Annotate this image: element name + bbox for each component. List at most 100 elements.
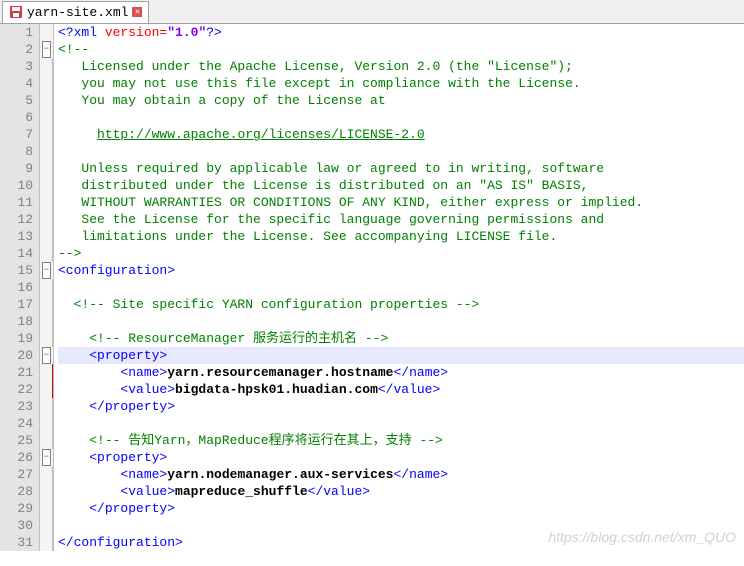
code-line: limitations under the License. See accom… [58, 228, 744, 245]
code-line [58, 279, 744, 296]
line-number: 18 [0, 313, 33, 330]
fold-cell [40, 177, 53, 194]
line-number: 11 [0, 194, 33, 211]
fold-cell [40, 534, 53, 551]
code-line: <configuration> [58, 262, 744, 279]
fold-cell [40, 228, 53, 245]
fold-cell: − [40, 347, 53, 364]
line-number: 16 [0, 279, 33, 296]
line-number: 22 [0, 381, 33, 398]
code-line: </property> [58, 500, 744, 517]
line-number: 14 [0, 245, 33, 262]
fold-cell [40, 398, 53, 415]
code-area[interactable]: <?xml version="1.0"?> <!-- Licensed unde… [54, 24, 744, 551]
fold-cell [40, 432, 53, 449]
fold-cell [40, 364, 53, 381]
line-number: 9 [0, 160, 33, 177]
code-line: http://www.apache.org/licenses/LICENSE-2… [58, 126, 744, 143]
fold-cell [40, 517, 53, 534]
line-number: 12 [0, 211, 33, 228]
file-tab[interactable]: yarn-site.xml ✕ [2, 1, 149, 23]
fold-cell [40, 143, 53, 160]
line-number: 17 [0, 296, 33, 313]
code-line [58, 143, 744, 160]
fold-cell [40, 160, 53, 177]
fold-column: − − − − [40, 24, 54, 551]
fold-cell [40, 211, 53, 228]
fold-cell [40, 296, 53, 313]
fold-cell: − [40, 41, 53, 58]
tab-filename: yarn-site.xml [27, 5, 128, 20]
code-line: <!-- Site specific YARN configuration pr… [58, 296, 744, 313]
watermark: https://blog.csdn.net/xm_QUO [548, 529, 736, 545]
fold-cell [40, 109, 53, 126]
fold-cell [40, 466, 53, 483]
license-url-link[interactable]: http://www.apache.org/licenses/LICENSE-2… [97, 127, 425, 142]
line-number: 26 [0, 449, 33, 466]
tab-bar: yarn-site.xml ✕ [0, 0, 744, 24]
line-number: 19 [0, 330, 33, 347]
line-number: 1 [0, 24, 33, 41]
line-number: 29 [0, 500, 33, 517]
code-line [58, 415, 744, 432]
line-number: 6 [0, 109, 33, 126]
fold-toggle-icon[interactable]: − [42, 449, 51, 466]
code-line: distributed under the License is distrib… [58, 177, 744, 194]
code-line: <name>yarn.nodemanager.aux-services</nam… [58, 466, 744, 483]
fold-toggle-icon[interactable]: − [42, 262, 51, 279]
code-editor[interactable]: 1234567891011121314151617181920212223242… [0, 24, 744, 551]
fold-cell [40, 483, 53, 500]
fold-cell [40, 194, 53, 211]
code-line: WITHOUT WARRANTIES OR CONDITIONS OF ANY … [58, 194, 744, 211]
code-line: <!-- ResourceManager 服务运行的主机名 --> [58, 330, 744, 347]
code-line: Licensed under the Apache License, Versi… [58, 58, 744, 75]
code-line: <value>mapreduce_shuffle</value> [58, 483, 744, 500]
line-number: 10 [0, 177, 33, 194]
line-number: 20 [0, 347, 33, 364]
line-number: 7 [0, 126, 33, 143]
fold-cell [40, 75, 53, 92]
line-number: 5 [0, 92, 33, 109]
fold-cell [40, 415, 53, 432]
line-number-gutter: 1234567891011121314151617181920212223242… [0, 24, 40, 551]
fold-cell [40, 24, 53, 41]
code-line [58, 313, 744, 330]
fold-cell [40, 279, 53, 296]
code-line: </property> [58, 398, 744, 415]
fold-cell [40, 330, 53, 347]
fold-toggle-icon[interactable]: − [42, 347, 51, 364]
code-line: <value>bigdata-hpsk01.huadian.com</value… [58, 381, 744, 398]
fold-toggle-icon[interactable]: − [42, 41, 51, 58]
fold-cell [40, 92, 53, 109]
line-number: 3 [0, 58, 33, 75]
code-line-current: <property> [58, 347, 744, 364]
code-line [58, 109, 744, 126]
code-line: Unless required by applicable law or agr… [58, 160, 744, 177]
line-number: 8 [0, 143, 33, 160]
code-line: <!-- [58, 41, 744, 58]
line-number: 13 [0, 228, 33, 245]
fold-cell [40, 58, 53, 75]
line-number: 28 [0, 483, 33, 500]
fold-cell [40, 500, 53, 517]
line-number: 23 [0, 398, 33, 415]
line-number: 30 [0, 517, 33, 534]
fold-cell [40, 245, 53, 262]
fold-cell: − [40, 449, 53, 466]
code-line: You may obtain a copy of the License at [58, 92, 744, 109]
line-number: 27 [0, 466, 33, 483]
code-line: --> [58, 245, 744, 262]
line-number: 31 [0, 534, 33, 551]
line-number: 25 [0, 432, 33, 449]
line-number: 4 [0, 75, 33, 92]
code-line: <!-- 告知Yarn，MapReduce程序将运行在其上，支持 --> [58, 432, 744, 449]
fold-cell [40, 313, 53, 330]
code-line: <name>yarn.resourcemanager.hostname</nam… [58, 364, 744, 381]
fold-cell: − [40, 262, 53, 279]
fold-cell [40, 381, 53, 398]
save-icon [9, 5, 23, 19]
close-icon[interactable]: ✕ [132, 7, 142, 17]
code-line: See the License for the specific languag… [58, 211, 744, 228]
fold-cell [40, 126, 53, 143]
line-number: 15 [0, 262, 33, 279]
